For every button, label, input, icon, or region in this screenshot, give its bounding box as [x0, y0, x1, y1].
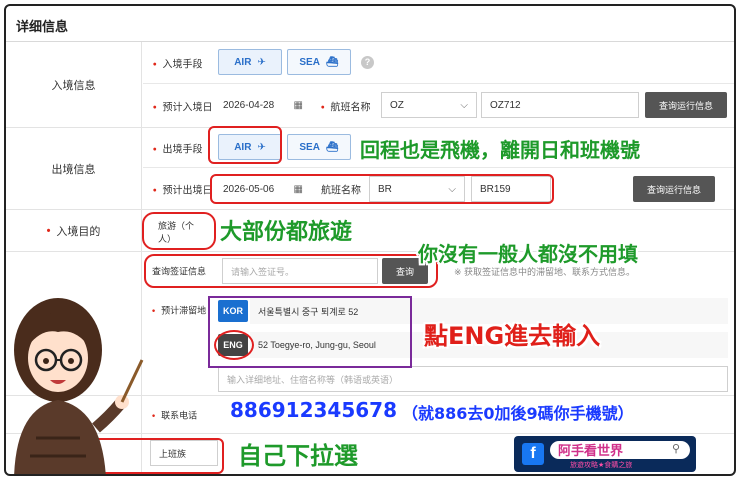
exit-sea-button[interactable]: SEA ⛴ [287, 134, 351, 160]
annotation-no-need: 你沒有一般人都沒不用填 [418, 242, 638, 266]
exit-date-highlight [210, 174, 554, 204]
calendar-icon[interactable]: ▦ [294, 100, 303, 111]
entry-date-field[interactable]: 2026-04-28 ▦ [215, 92, 311, 118]
annotation-phone-number: 886912345678 [230, 398, 397, 422]
facebook-icon[interactable]: f [522, 443, 544, 465]
stay-label: • 预计滞留地 [152, 305, 207, 316]
purpose-highlight [142, 212, 216, 250]
entry-mode-row: • 入境手段 AIR ✈ SEA ⛴ ? [143, 42, 734, 84]
eng-highlight [214, 330, 254, 360]
chevron-down-icon: ⌵ [460, 99, 468, 111]
entry-airline-select[interactable]: OZ ⌵ [381, 92, 477, 118]
help-icon[interactable]: ? [361, 56, 374, 69]
exit-mode-label: • 出境手段 [153, 144, 203, 155]
entry-flight-input[interactable]: OZ712 [481, 92, 639, 118]
ship-icon: ⛴ [325, 56, 339, 68]
entry-flight-label: • 航班名称 [321, 102, 371, 114]
entry-info-label: 入境信息 [6, 42, 142, 127]
brand-logo: 阿手看世界 [558, 443, 624, 458]
exit-air-highlight [208, 126, 282, 164]
ship-icon: ⛴ [325, 141, 339, 153]
section-title: 详细信息 [6, 6, 734, 42]
entry-air-button[interactable]: AIR ✈ [218, 49, 282, 75]
entry-mode-label: • 入境手段 [153, 59, 203, 70]
detail-address-input[interactable]: 输入详细地址、住宿名称等（韩语或英语） [218, 366, 728, 392]
contact-label: • 联系电话 [152, 410, 198, 420]
detail-info-panel: 详细信息 入境信息 • 入境手段 AIR ✈ SEA ⛴ ? • 预计入境日 2026-… [4, 4, 736, 476]
brand-banner: f 阿手看世界 ⚲ 旅遊攻略★食購之旅 [514, 436, 696, 472]
annotation-phone-note: （就886去0加後9碼你手機號） [402, 404, 634, 423]
annotation-return-flight: 回程也是飛機，離開日和班機號 [360, 138, 640, 162]
visa-spacer [6, 252, 142, 290]
airplane-icon: ✈ [257, 56, 266, 68]
exit-date-label: • 预计出境日 [153, 185, 213, 197]
entry-sea-button[interactable]: SEA ⛴ [287, 49, 351, 75]
brand-tagline: 旅遊攻略★食購之旅 [570, 462, 633, 469]
purpose-label: • 入境目的 [6, 210, 142, 251]
entry-date-label: • 预计入境日 [153, 102, 213, 114]
entry-query-button[interactable]: 查询运行信息 [645, 92, 727, 118]
annotation-select-dropdown: 自己下拉選 [238, 442, 358, 470]
annotation-mostly-travel: 大部份都旅遊 [220, 220, 353, 245]
cartoon-girl-illustration [14, 298, 144, 474]
visa-highlight [144, 254, 438, 288]
entry-info-row: 入境信息 • 入境手段 AIR ✈ SEA ⛴ ? • 预计入境日 2026-04-28… [6, 42, 734, 128]
exit-query-button[interactable]: 查询运行信息 [633, 176, 715, 202]
exit-info-label: 出境信息 [6, 128, 142, 209]
entry-date-row: • 预计入境日 2026-04-28 ▦ • 航班名称 OZ ⌵ OZ712 查询运… [143, 84, 734, 128]
annotation-click-eng: 點ENG進去輸入 [424, 322, 601, 350]
search-icon[interactable]: ⚲ [672, 442, 680, 455]
